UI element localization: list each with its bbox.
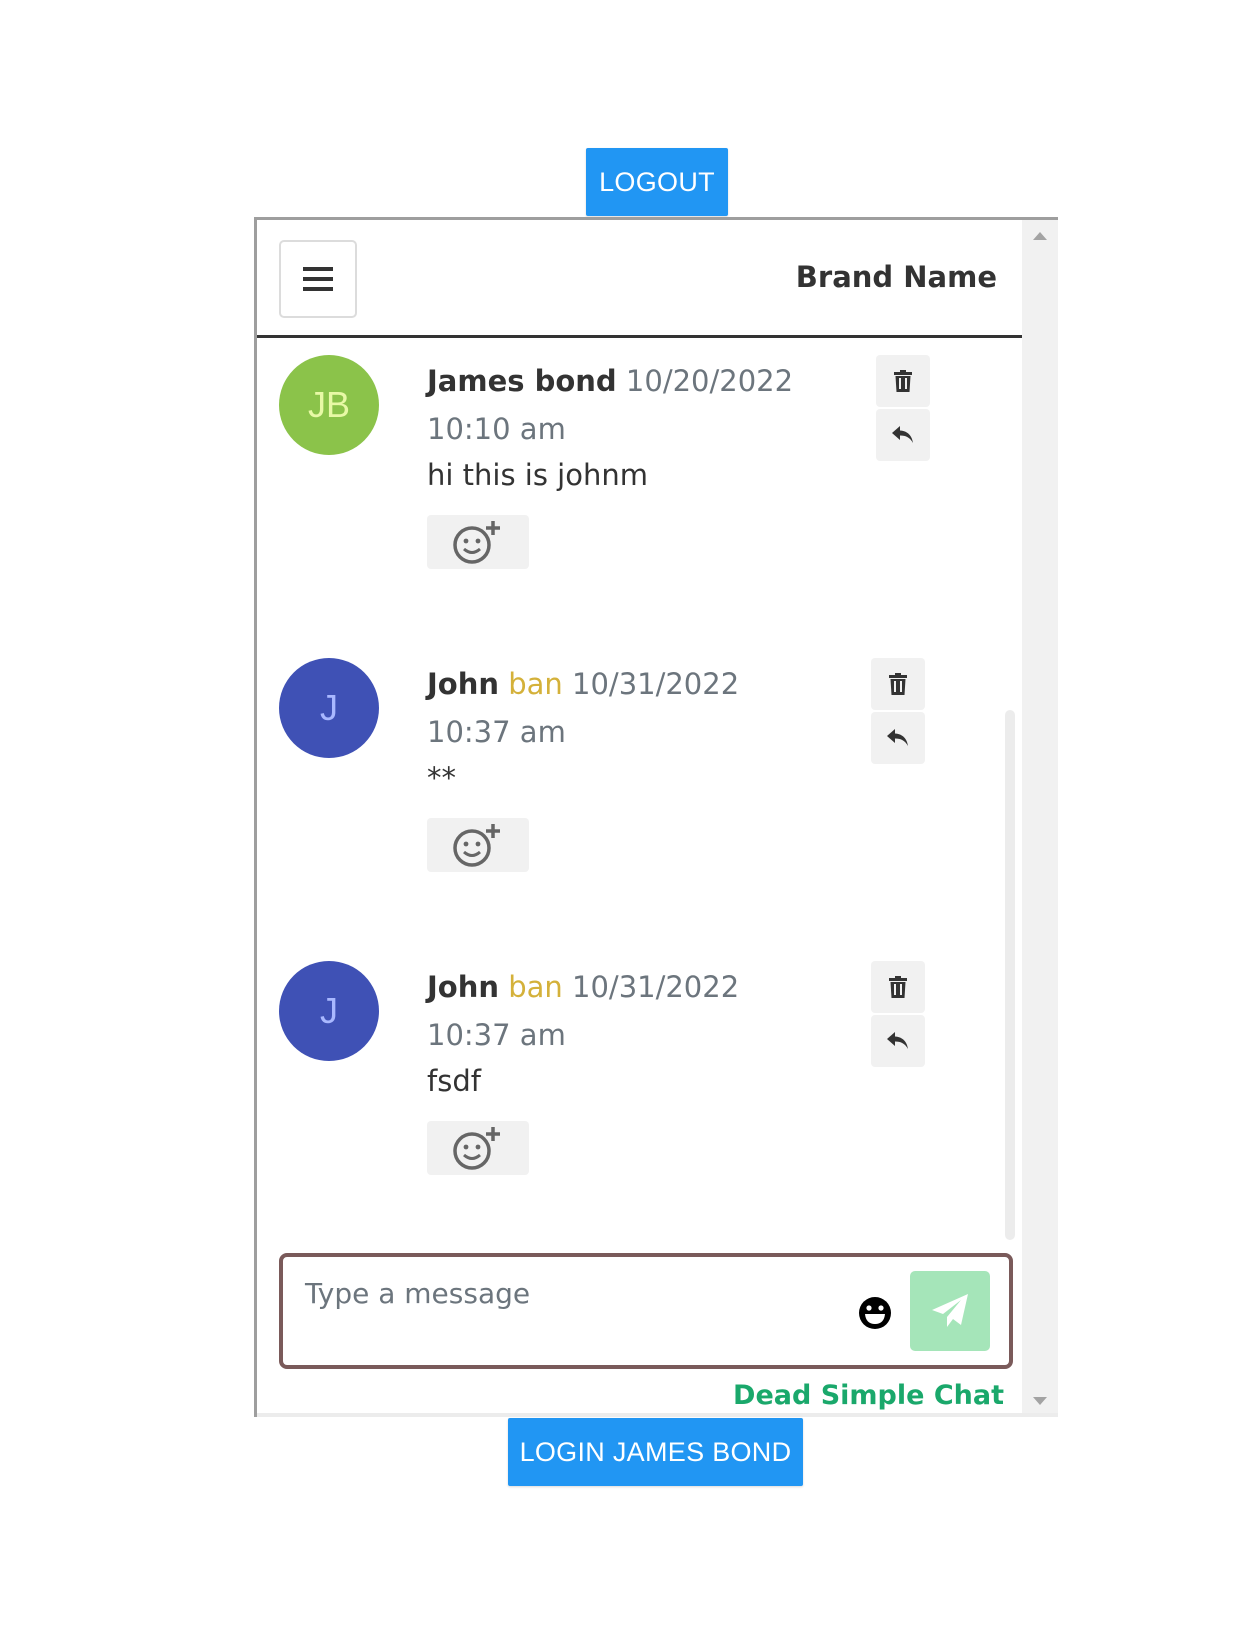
avatar: J <box>279 658 379 758</box>
scroll-up-arrow-icon[interactable] <box>1033 232 1047 240</box>
send-icon <box>932 1294 968 1327</box>
message-meta: John ban 10/31/2022 10:37 am <box>427 963 827 1059</box>
avatar: JB <box>279 355 379 455</box>
trash-icon <box>889 976 907 998</box>
reply-message-button[interactable] <box>871 712 925 764</box>
brand-name: Brand Name <box>795 260 997 294</box>
sender-name: John <box>427 970 500 1004</box>
add-reaction-button[interactable] <box>427 818 529 872</box>
chat-widget: Brand Name JB James bond 10/20/2022 10:1… <box>257 220 1022 1417</box>
messages-scrollbar[interactable] <box>1005 710 1015 1240</box>
reply-icon <box>892 426 913 443</box>
trash-icon <box>894 370 912 392</box>
message-body: James bond 10/20/2022 10:10 am hi this i… <box>427 357 827 497</box>
ban-user-link[interactable]: ban <box>508 667 563 701</box>
frame-bottom-edge <box>257 1413 1058 1417</box>
message-text: fsdf <box>427 1064 481 1098</box>
message-meta: John ban 10/31/2022 10:37 am <box>427 660 827 756</box>
message-body: John ban 10/31/2022 10:37 am fsdf <box>427 963 827 1103</box>
add-reaction-button[interactable] <box>427 1121 529 1175</box>
send-button[interactable] <box>910 1271 990 1351</box>
reply-message-button[interactable] <box>876 409 930 461</box>
ban-user-link[interactable]: ban <box>508 970 563 1004</box>
add-reaction-button[interactable] <box>427 515 529 569</box>
login-james-bond-button[interactable]: LOGIN JAMES BOND <box>508 1418 803 1486</box>
menu-button[interactable] <box>279 240 357 318</box>
sender-name: James bond <box>427 364 617 398</box>
reply-message-button[interactable] <box>871 1015 925 1067</box>
message-text: hi this is johnm <box>427 458 648 492</box>
add-reaction-icon <box>453 1127 500 1170</box>
message-text: ** <box>427 761 456 795</box>
powered-by-link[interactable]: Dead Simple Chat <box>733 1380 1004 1411</box>
message-input[interactable] <box>303 1275 827 1349</box>
chat-iframe: Brand Name JB James bond 10/20/2022 10:1… <box>254 217 1058 1417</box>
avatar: J <box>279 961 379 1061</box>
reply-icon <box>887 729 908 746</box>
delete-message-button[interactable] <box>871 658 925 710</box>
scroll-down-arrow-icon[interactable] <box>1033 1397 1047 1405</box>
hamburger-icon <box>303 267 333 291</box>
emoji-picker-button[interactable] <box>857 1295 893 1331</box>
message-body: John ban 10/31/2022 10:37 am ** <box>427 660 827 800</box>
chat-header: Brand Name <box>257 220 1022 338</box>
message-composer <box>279 1253 1013 1369</box>
delete-message-button[interactable] <box>871 961 925 1013</box>
message-meta: James bond 10/20/2022 10:10 am <box>427 357 827 453</box>
sender-name: John <box>427 667 500 701</box>
emoji-icon <box>859 1297 891 1329</box>
frame-scrollbar[interactable] <box>1022 220 1058 1417</box>
logout-button[interactable]: LOGOUT <box>586 148 728 216</box>
add-reaction-icon <box>453 521 500 564</box>
trash-icon <box>889 673 907 695</box>
reply-icon <box>887 1032 908 1049</box>
add-reaction-icon <box>453 824 500 867</box>
delete-message-button[interactable] <box>876 355 930 407</box>
